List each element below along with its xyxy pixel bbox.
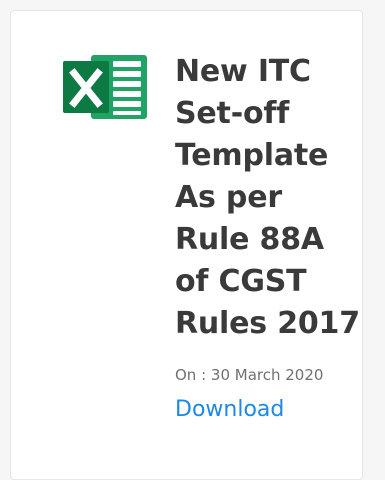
card-content: New ITC Set-off Template As per Rule 88A…: [175, 51, 360, 425]
card-title: New ITC Set-off Template As per Rule 88A…: [175, 54, 360, 341]
template-card: New ITC Set-off Template As per Rule 88A…: [10, 10, 363, 480]
download-link[interactable]: Download: [175, 395, 284, 425]
excel-icon: [55, 51, 155, 123]
publish-date: On : 30 March 2020: [175, 366, 324, 384]
